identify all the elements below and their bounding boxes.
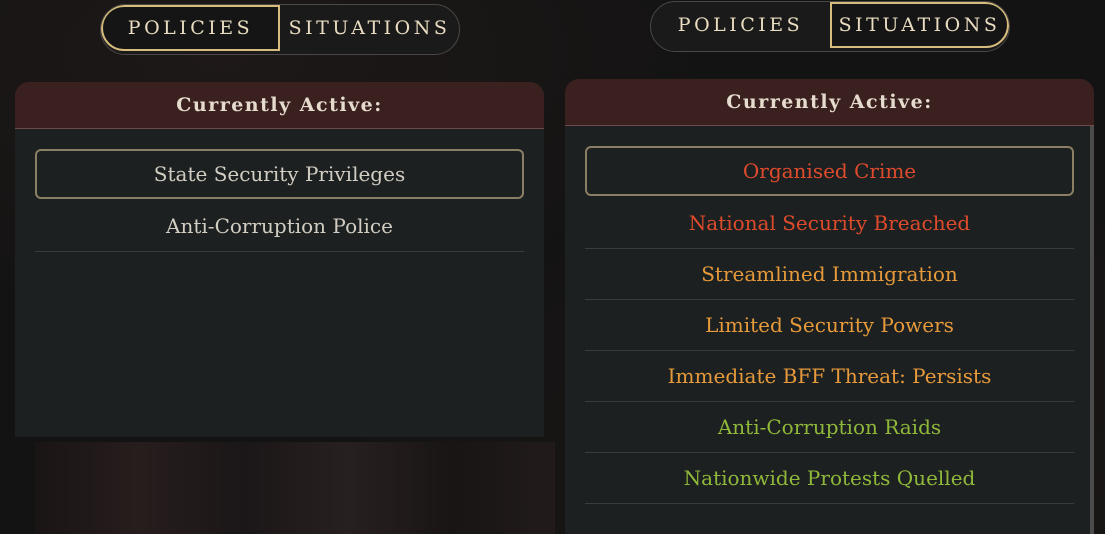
tab-situations[interactable]: SITUATIONS: [830, 2, 1009, 48]
list-item[interactable]: Limited Security Powers: [585, 300, 1074, 351]
policies-panel: Currently Active: State Security Privile…: [15, 82, 544, 437]
tab-policies[interactable]: POLICIES: [651, 2, 830, 48]
list-item[interactable]: Nationwide Protests Quelled: [585, 453, 1074, 504]
list-item[interactable]: Immediate BFF Threat: Persists: [585, 351, 1074, 402]
list-item[interactable]: National Security Breached: [585, 198, 1074, 249]
scrollbar[interactable]: [1090, 126, 1094, 534]
list-item[interactable]: Anti-Corruption Police: [35, 201, 524, 252]
tab-policies[interactable]: POLICIES: [101, 5, 280, 51]
right-tab-bar: POLICIES SITUATIONS: [650, 1, 1010, 52]
tab-situations[interactable]: SITUATIONS: [280, 5, 459, 51]
situations-panel: Currently Active: Organised Crime Nation…: [565, 79, 1094, 534]
panel-header: Currently Active:: [15, 82, 544, 129]
list-item[interactable]: Organised Crime: [585, 146, 1074, 196]
left-tab-bar: POLICIES SITUATIONS: [100, 4, 460, 55]
list-item[interactable]: State Security Privileges: [35, 149, 524, 199]
policies-list: State Security Privileges Anti-Corruptio…: [15, 129, 544, 252]
list-item[interactable]: Anti-Corruption Raids: [585, 402, 1074, 453]
list-item[interactable]: Streamlined Immigration: [585, 249, 1074, 300]
situations-list: Organised Crime National Security Breach…: [565, 126, 1094, 504]
pixelated-background: [35, 442, 555, 534]
panel-header: Currently Active:: [565, 79, 1094, 126]
